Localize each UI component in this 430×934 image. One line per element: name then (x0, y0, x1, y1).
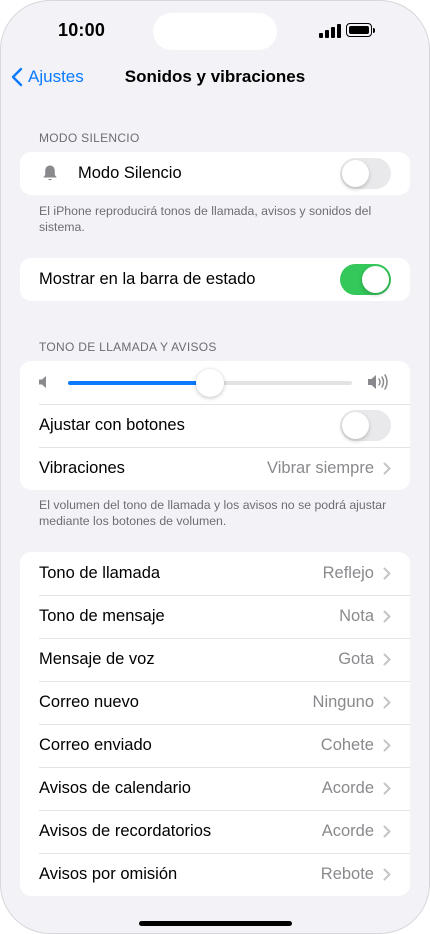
battery-icon (346, 23, 372, 37)
toggle-knob (362, 266, 389, 293)
ringer-header: TONO DE LLAMADA Y AVISOS (39, 340, 217, 354)
status-time: 10:00 (58, 20, 106, 40)
sound-row-4[interactable]: Correo enviado Cohete (20, 724, 410, 767)
toggle-knob (342, 160, 369, 187)
silent-mode-group: Modo Silencio (20, 152, 410, 195)
show-in-status-bar-label: Mostrar en la barra de estado (39, 270, 256, 288)
sound-value: Acorde (321, 822, 374, 840)
page-title: Sonidos y vibraciones (124, 67, 306, 86)
vibrations-value: Vibrar siempre (267, 459, 374, 477)
vibrations-row[interactable]: Vibraciones Vibrar siempre (20, 447, 410, 490)
silent-mode-label: Modo Silencio (78, 164, 182, 182)
volume-slider-row (20, 361, 410, 404)
ringer-group: Ajustar con botones Vibraciones Vibrar s… (20, 361, 410, 490)
chevron-right-icon (383, 567, 391, 580)
phone-screen: 10:00 Ajustes Sonidos y vibraciones MODO… (0, 0, 430, 934)
sound-row-5[interactable]: Avisos de calendario Acorde (20, 767, 410, 810)
silent-mode-header: MODO SILENCIO (39, 131, 140, 145)
sounds-group: Tono de llamada Reflejo Tono de mensaje … (20, 552, 410, 896)
sound-row-2[interactable]: Mensaje de voz Gota (20, 638, 410, 681)
chevron-right-icon (383, 610, 391, 623)
silent-mode-toggle[interactable] (340, 158, 391, 189)
silent-mode-footer: El iPhone reproducirá tonos de llamada, … (39, 204, 372, 234)
toggle-knob (342, 412, 369, 439)
adjust-with-buttons-row[interactable]: Ajustar con botones (20, 404, 410, 447)
chevron-right-icon (383, 782, 391, 795)
chevron-right-icon (383, 653, 391, 666)
sound-label: Tono de mensaje (39, 607, 165, 625)
chevron-right-icon (383, 739, 391, 752)
status-bar: 10:00 (0, 0, 430, 60)
sound-row-1[interactable]: Tono de mensaje Nota (20, 595, 410, 638)
sound-label: Avisos por omisión (39, 865, 178, 883)
silent-mode-row[interactable]: Modo Silencio (20, 152, 410, 195)
chevron-right-icon (383, 696, 391, 709)
ringer-footer: El volumen del tono de llamada y los avi… (39, 498, 387, 528)
sound-value: Nota (339, 607, 374, 625)
sound-value: Ninguno (312, 693, 374, 711)
bell-icon (43, 165, 57, 181)
battery-tip (373, 28, 375, 33)
sound-row-7[interactable]: Avisos por omisión Rebote (20, 853, 410, 896)
show-in-status-bar-toggle[interactable] (340, 264, 391, 295)
sound-label: Correo nuevo (39, 693, 139, 711)
sound-label: Tono de llamada (39, 564, 161, 582)
sound-value: Gota (338, 650, 374, 668)
chevron-right-icon (383, 462, 391, 475)
sound-value: Reflejo (322, 564, 374, 582)
navigation-bar: Ajustes Sonidos y vibraciones (0, 60, 430, 94)
sound-value: Cohete (320, 736, 374, 754)
volume-slider-fill (68, 381, 210, 385)
sound-value: Rebote (320, 865, 374, 883)
sound-label: Avisos de recordatorios (39, 822, 212, 840)
chevron-right-icon (383, 825, 391, 838)
sound-row-0[interactable]: Tono de llamada Reflejo (20, 552, 410, 595)
chevron-right-icon (383, 868, 391, 881)
sound-row-6[interactable]: Avisos de recordatorios Acorde (20, 810, 410, 853)
speaker-low-icon (39, 376, 46, 388)
sound-value: Acorde (321, 779, 374, 797)
show-in-status-bar-row[interactable]: Mostrar en la barra de estado (20, 258, 410, 301)
home-indicator[interactable] (139, 921, 292, 926)
adjust-with-buttons-label: Ajustar con botones (39, 416, 185, 434)
adjust-with-buttons-toggle[interactable] (340, 410, 391, 441)
sound-label: Mensaje de voz (39, 650, 155, 668)
sound-row-3[interactable]: Correo nuevo Ninguno (20, 681, 410, 724)
dynamic-island (153, 13, 277, 50)
cellular-signal-icon (319, 24, 341, 38)
status-bar-setting-group: Mostrar en la barra de estado (20, 258, 410, 301)
sound-label: Correo enviado (39, 736, 152, 754)
volume-slider-thumb[interactable] (196, 369, 224, 397)
vibrations-label: Vibraciones (39, 459, 125, 477)
speaker-high-icon (368, 374, 388, 390)
sound-label: Avisos de calendario (39, 779, 191, 797)
